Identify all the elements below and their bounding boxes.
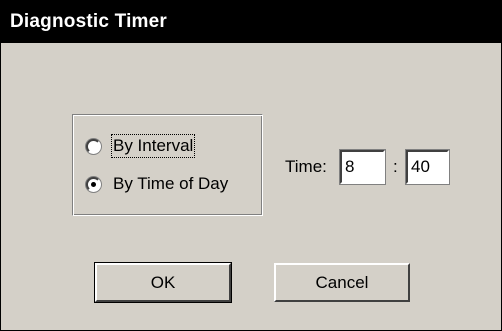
radio-by-time-of-day-label[interactable]: By Time of Day	[113, 174, 228, 194]
schedule-mode-group	[72, 114, 263, 216]
hours-input[interactable]	[340, 150, 385, 184]
cancel-button[interactable]: Cancel	[274, 263, 410, 302]
radio-button-checked-icon[interactable]	[86, 176, 101, 192]
radio-by-time-of-day[interactable]: By Time of Day	[86, 173, 228, 195]
radio-by-interval-label[interactable]: By Interval	[110, 134, 196, 158]
time-separator: :	[393, 157, 398, 176]
radio-by-interval[interactable]: By Interval	[86, 134, 196, 158]
minutes-input[interactable]	[406, 150, 449, 184]
ok-button[interactable]: OK	[94, 262, 232, 303]
radio-button-unchecked-icon[interactable]	[86, 138, 101, 154]
radio-dot-icon	[91, 181, 96, 187]
time-label: Time:	[285, 157, 327, 176]
title-bar[interactable]: Diagnostic Timer	[1, 1, 501, 43]
dialog-title: Diagnostic Timer	[10, 11, 167, 32]
